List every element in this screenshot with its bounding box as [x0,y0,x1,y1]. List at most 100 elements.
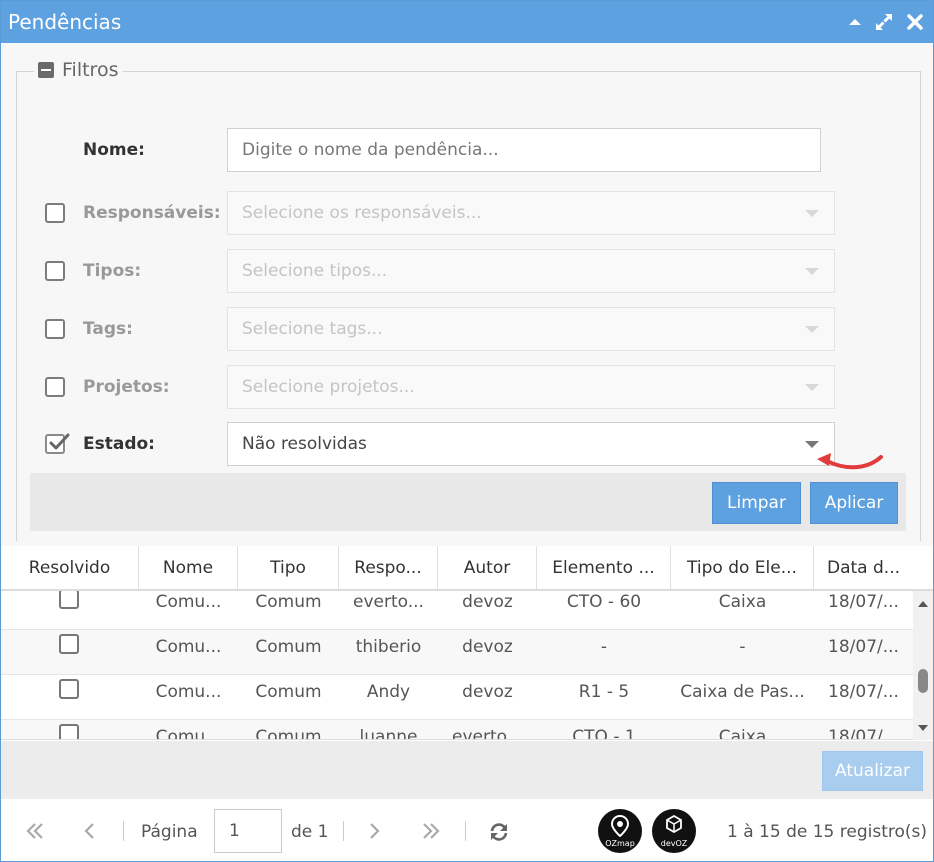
estado-value: Não resolvidas [242,434,367,454]
nome-label: Nome: [83,140,145,160]
filter-row-estado: Estado: Não resolvidas [1,422,933,466]
table-row[interactable]: Comu... Comum luanne everto... CTO - 1 C… [1,720,913,740]
col-tipo-elemento[interactable]: Tipo do Ele... [671,546,814,589]
grid-toolbar: Atualizar [1,741,933,799]
checkmark-icon [49,433,70,450]
filter-row-responsaveis: Responsáveis: Selecione os responsáveis.… [1,191,933,235]
maximize-icon[interactable] [873,11,895,33]
cell-responsavel: Andy [366,682,411,702]
cell-elemento: - [600,637,608,657]
projetos-checkbox[interactable] [45,377,65,397]
responsaveis-checkbox[interactable] [45,203,65,223]
cell-tipo: Comum [255,727,322,740]
grid-scrollbar[interactable] [913,591,933,740]
next-page-icon[interactable] [367,821,383,841]
cell-tipo-elemento: Caixa [718,727,767,740]
cell-tipo: Comum [255,682,322,702]
resolvido-checkbox[interactable] [59,724,79,739]
chevron-down-icon [805,268,819,275]
filter-row-nome: Nome: Digite o nome da pendência... [1,128,933,172]
cell-autor: devoz [462,682,513,702]
col-responsaveis[interactable]: Respo... [339,546,438,589]
filters-toggle[interactable]: Filtros [34,59,124,81]
cell-data: 18/07/... [828,682,899,702]
map-pin-icon [611,815,629,837]
close-icon[interactable] [904,11,926,33]
responsaveis-select[interactable]: Selecione os responsáveis... [227,191,835,235]
cell-responsavel: everto... [353,592,424,612]
table-row[interactable]: Comu... Comum thiberio devoz - - 18/07/.… [1,630,913,675]
col-resolvido[interactable]: Resolvido [1,546,139,589]
tipos-label: Tipos: [83,261,142,281]
cell-nome: Comu... [155,682,222,702]
nome-input[interactable]: Digite o nome da pendência... [227,128,821,172]
scroll-thumb[interactable] [918,669,928,693]
collapse-icon[interactable] [844,11,866,33]
scroll-down-icon[interactable] [918,725,928,731]
resolvido-checkbox[interactable] [59,634,79,654]
tags-placeholder: Selecione tags... [242,319,383,339]
cell-autor: devoz [462,592,513,612]
resolvido-checkbox[interactable] [59,679,79,699]
resolvido-checkbox[interactable] [59,591,79,609]
estado-checkbox[interactable] [45,433,70,454]
cell-data: 18/07/... [828,727,899,740]
projetos-label: Projetos: [83,377,170,397]
col-data[interactable]: Data d... [814,546,913,589]
scroll-up-icon[interactable] [918,601,928,607]
cell-data: 18/07/... [828,592,899,612]
table-row[interactable]: Comu... Comum Andy devoz R1 - 5 Caixa de… [1,675,913,720]
page-number-input[interactable]: 1 [214,809,282,853]
page-label: Página [141,822,198,842]
first-page-icon[interactable] [25,821,45,841]
last-page-icon[interactable] [421,821,441,841]
chevron-down-icon [805,384,819,391]
cube-icon [666,815,682,833]
filters-legend: Filtros [62,59,119,81]
cell-elemento: CTO - 1 [572,727,636,740]
cell-tipo-elemento: Caixa [718,592,767,612]
cell-autor: devoz [462,637,513,657]
prev-page-icon[interactable] [81,821,97,841]
projetos-select[interactable]: Selecione projetos... [227,365,835,409]
tipos-select[interactable]: Selecione tipos... [227,249,835,293]
refresh-icon[interactable] [488,821,510,843]
page-total-label: de 1 [291,822,329,842]
cell-tipo: Comum [255,592,322,612]
collapse-minus-icon[interactable] [38,62,54,78]
atualizar-button[interactable]: Atualizar [822,751,923,791]
estado-select[interactable]: Não resolvidas [227,422,835,466]
ozmap-logo-text: OZmap [605,839,635,848]
title-bar: Pendências [1,1,933,43]
tags-select[interactable]: Selecione tags... [227,307,835,351]
tipos-placeholder: Selecione tipos... [242,261,388,281]
col-elemento[interactable]: Elemento ... [537,546,671,589]
filter-row-tipos: Tipos: Selecione tipos... [1,249,933,293]
pendencias-window: Pendências Filtros Nome: Digite o nome d… [0,0,934,862]
responsaveis-label: Responsáveis: [83,203,221,223]
table-row[interactable]: Comu... Comum everto... devoz CTO - 60 C… [1,591,913,630]
col-tipo[interactable]: Tipo [238,546,339,589]
pager-separator [343,821,344,841]
tags-checkbox[interactable] [45,319,65,339]
filters-action-bar: Limpar Aplicar [30,473,906,531]
annotation-arrow-icon [817,453,883,470]
aplicar-button[interactable]: Aplicar [810,482,898,524]
devoz-logo: devOZ [652,809,696,853]
responsaveis-placeholder: Selecione os responsáveis... [242,203,482,223]
col-nome[interactable]: Nome [139,546,238,589]
cell-tipo-elemento: - [739,637,746,657]
estado-label: Estado: [83,434,155,454]
chevron-down-icon[interactable] [805,441,819,448]
cell-elemento: CTO - 60 [566,592,642,612]
projetos-placeholder: Selecione projetos... [242,377,415,397]
filters-panel: Filtros Nome: Digite o nome da pendência… [1,43,933,546]
col-autor[interactable]: Autor [438,546,537,589]
filter-row-tags: Tags: Selecione tags... [1,307,933,351]
window-title: Pendências [8,10,122,34]
cell-responsavel: thiberio [355,637,422,657]
tipos-checkbox[interactable] [45,261,65,281]
limpar-button[interactable]: Limpar [712,482,801,524]
cell-nome: Comu... [155,727,222,740]
devoz-logo-text: devOZ [660,839,688,848]
